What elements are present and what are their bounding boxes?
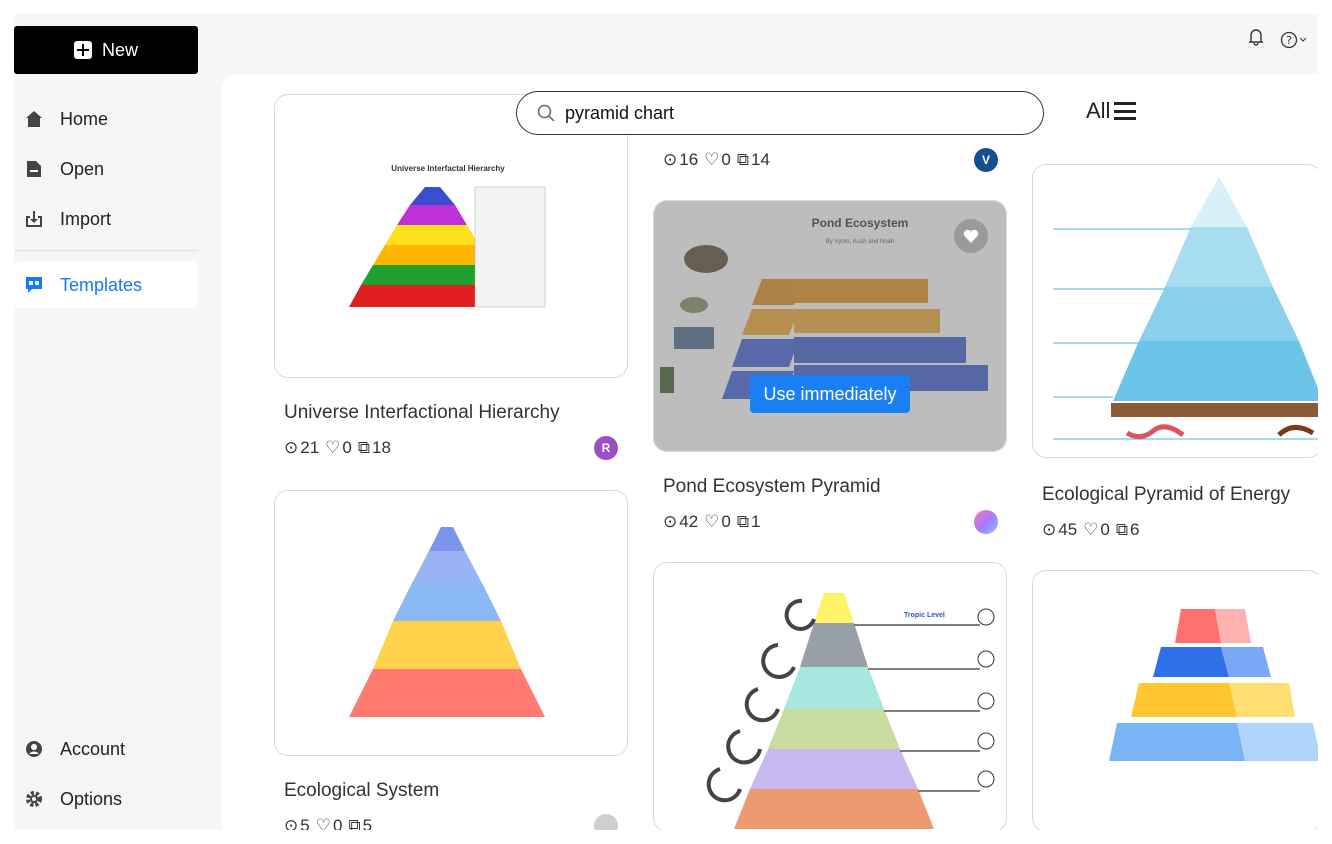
template-thumbnail: Universe Interfactal Hierarchy xyxy=(349,164,546,308)
eye-icon: ⊙ xyxy=(1042,520,1057,540)
templates-main: pyramid chart All Universe Interfactal H… xyxy=(222,74,1318,830)
sidebar-item-label: Open xyxy=(60,158,105,179)
gear-icon xyxy=(24,789,44,809)
eye-icon: ⊙ xyxy=(284,438,299,458)
template-thumbnail xyxy=(1053,177,1318,440)
template-stats: ⊙ 5 ♡ 0 ⧉ 5 xyxy=(284,816,372,830)
sidebar-item-label: Templates xyxy=(60,274,143,295)
home-icon xyxy=(24,109,44,129)
template-title[interactable]: Pond Ecosystem Pyramid xyxy=(663,476,881,498)
use-immediately-button[interactable]: Use immediately xyxy=(750,375,910,413)
template-title[interactable]: Ecological System xyxy=(284,780,439,802)
copy-icon: ⧉ xyxy=(736,150,750,170)
copy-icon: ⧉ xyxy=(1115,520,1129,540)
author-avatar[interactable] xyxy=(594,814,618,830)
search-value: pyramid chart xyxy=(565,102,675,123)
sidebar-divider xyxy=(14,250,198,251)
new-button[interactable]: New xyxy=(14,26,198,74)
template-thumbnail: Tropic Level xyxy=(706,593,995,829)
sidebar-item-options[interactable]: Options xyxy=(14,776,198,822)
eye-icon: ⊙ xyxy=(284,816,299,830)
menu-icon xyxy=(1114,102,1137,120)
bell-icon[interactable] xyxy=(1248,28,1264,51)
template-card-universe[interactable]: Universe Interfactal Hierarchy xyxy=(274,94,628,378)
import-icon xyxy=(24,209,44,229)
new-button-label: New xyxy=(101,39,138,60)
plus-icon xyxy=(73,41,92,59)
search-icon xyxy=(537,104,555,122)
template-title[interactable]: Ecological Pyramid of Energy xyxy=(1042,484,1290,506)
author-avatar[interactable] xyxy=(974,510,998,534)
filter-label: All xyxy=(1086,98,1111,123)
chevron-down-icon xyxy=(1300,37,1306,42)
account-icon xyxy=(24,739,44,759)
copy-icon: ⧉ xyxy=(357,438,371,458)
sidebar-item-import[interactable]: Import xyxy=(14,196,198,242)
author-avatar[interactable]: V xyxy=(974,148,998,172)
svg-text:Universe Interfactal Hierarchy: Universe Interfactal Hierarchy xyxy=(391,164,505,173)
copy-icon: ⧉ xyxy=(348,816,361,830)
heart-icon: ♡ xyxy=(704,150,720,170)
heart-icon: ♡ xyxy=(1083,520,1099,540)
template-title[interactable]: Universe Interfactional Hierarchy xyxy=(284,402,560,424)
heart-icon: ♡ xyxy=(325,438,341,458)
sidebar-item-account[interactable]: Account xyxy=(14,726,198,772)
template-stats: ⊙ 21 ♡ 0 ⧉ 18 xyxy=(284,438,391,458)
sidebar-item-label: Options xyxy=(60,788,123,809)
templates-icon xyxy=(24,275,44,295)
filter-all-button[interactable]: All xyxy=(1086,98,1137,124)
heart-icon: ♡ xyxy=(315,816,331,830)
template-card-ecological-system[interactable] xyxy=(274,490,628,756)
template-card-3d-pyramid[interactable] xyxy=(1032,570,1318,830)
eye-icon: ⊙ xyxy=(663,150,678,170)
svg-text:Tropic Level: Tropic Level xyxy=(904,612,945,619)
sidebar-item-label: Import xyxy=(60,208,112,229)
copy-icon: ⧉ xyxy=(736,512,750,532)
eye-icon: ⊙ xyxy=(663,512,678,532)
heart-icon: ♡ xyxy=(704,512,720,532)
template-card-pond-ecosystem[interactable]: Pond Ecosystem By Vyom, Kush and Noah Us… xyxy=(653,200,1007,452)
file-icon xyxy=(24,159,44,179)
sidebar-item-label: Account xyxy=(60,738,126,759)
sidebar-item-home[interactable]: Home xyxy=(14,96,198,142)
template-stats: ⊙ 45 ♡ 0 ⧉ 6 xyxy=(1042,520,1140,540)
author-avatar[interactable]: R xyxy=(594,436,618,460)
template-thumbnail xyxy=(1109,609,1318,761)
sidebar-item-templates[interactable]: Templates xyxy=(14,262,198,308)
template-thumbnail xyxy=(349,527,545,717)
svg-text:?: ? xyxy=(1286,34,1292,47)
help-icon[interactable]: ? xyxy=(1280,31,1306,49)
heart-icon xyxy=(963,229,979,243)
sidebar-item-label: Home xyxy=(60,108,109,129)
template-stats: ⊙ 42 ♡ 0 ⧉ 1 xyxy=(663,512,761,532)
template-card-ecological-pyramid[interactable] xyxy=(1032,164,1318,458)
sidebar-item-open[interactable]: Open xyxy=(14,146,198,192)
favorite-button[interactable] xyxy=(954,219,988,253)
search-input[interactable]: pyramid chart xyxy=(516,91,1044,135)
top-right-toolbar: ? xyxy=(1248,28,1306,51)
template-stats: ⊙ 16 ♡ 0 ⧉ 14 xyxy=(663,150,770,170)
template-card-energy-rule[interactable]: Tropic Level xyxy=(653,562,1007,830)
